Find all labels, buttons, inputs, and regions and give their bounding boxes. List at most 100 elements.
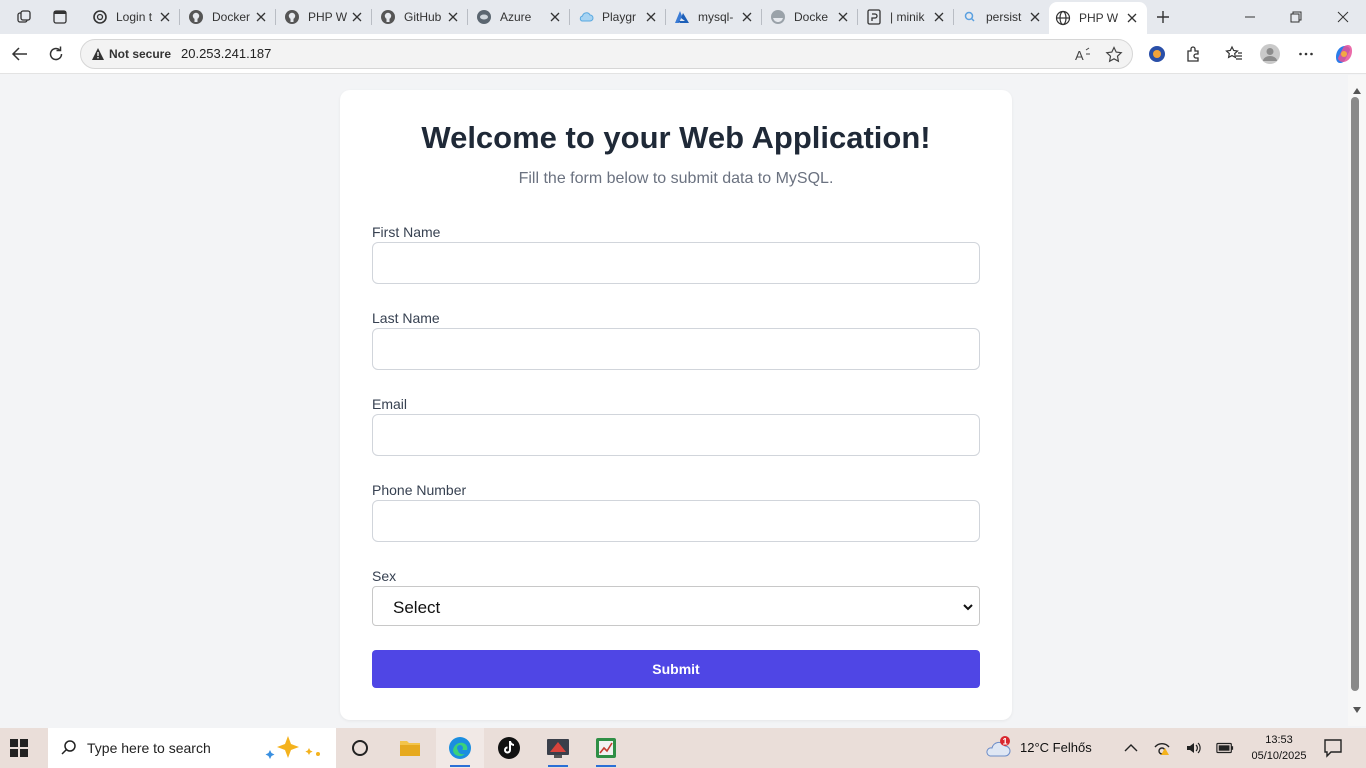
- tab-php-active[interactable]: PHP W: [1049, 2, 1147, 34]
- edge-icon[interactable]: [436, 728, 484, 768]
- tab-actions-icon[interactable]: [47, 5, 73, 29]
- refresh-icon[interactable]: [42, 40, 70, 68]
- close-window-icon[interactable]: [1320, 0, 1366, 34]
- close-tab-icon[interactable]: [548, 10, 562, 24]
- svg-text:A: A: [1075, 48, 1084, 63]
- sex-select[interactable]: Select: [372, 586, 980, 626]
- browser-toolbar: Not secure 20.253.241.187 A: [0, 34, 1366, 74]
- remote-desktop-icon[interactable]: [534, 728, 582, 768]
- taskbar-search[interactable]: Type here to search: [48, 728, 336, 768]
- back-arrow-icon[interactable]: [6, 40, 34, 68]
- sex-select-value: Select: [393, 598, 441, 617]
- minimize-icon[interactable]: [1227, 0, 1273, 34]
- tab-mysql[interactable]: mysql-: [666, 4, 762, 30]
- tab-login[interactable]: Login t: [84, 4, 180, 30]
- tab-playground[interactable]: Playgr: [570, 4, 666, 30]
- tab-title: mysql-: [698, 10, 734, 24]
- tab-title: Docke: [794, 10, 829, 24]
- page-title: Welcome to your Web Application!: [421, 120, 931, 155]
- tab-persist[interactable]: persist: [954, 4, 1050, 30]
- submit-button[interactable]: Submit: [372, 650, 980, 688]
- email-label: Email: [372, 396, 408, 412]
- tab-azure[interactable]: Azure: [468, 4, 570, 30]
- vertical-scrollbar[interactable]: [1348, 75, 1366, 726]
- sex-label: Sex: [372, 568, 397, 584]
- tab-title: Docker: [212, 10, 251, 24]
- warning-icon[interactable]: [91, 47, 105, 66]
- network-warning-icon[interactable]: [1153, 739, 1171, 757]
- clock-date: 05/10/2025: [1251, 750, 1307, 762]
- weather-badge: 1: [1002, 737, 1007, 747]
- close-tab-icon[interactable]: [254, 10, 268, 24]
- tab-strip: Login t Docker PHP W GitHub Azure Playgr…: [0, 0, 1366, 34]
- workspaces-icon[interactable]: [11, 5, 37, 29]
- copilot-icon[interactable]: [1330, 40, 1358, 68]
- close-tab-icon[interactable]: [350, 10, 364, 24]
- openai-icon: [92, 9, 108, 25]
- first-name-input[interactable]: [372, 242, 980, 284]
- tab-docker[interactable]: Docke: [762, 4, 858, 30]
- tab-php-gh[interactable]: PHP W: [276, 4, 372, 30]
- tab-title: PHP W: [1079, 11, 1119, 25]
- avatar[interactable]: [1256, 40, 1284, 68]
- github-icon: [284, 9, 300, 25]
- chart-app-icon[interactable]: [582, 728, 630, 768]
- email-input[interactable]: [372, 414, 980, 456]
- search-icon: [60, 739, 78, 762]
- new-tab-icon[interactable]: [1150, 5, 1176, 29]
- globe-icon: [1055, 10, 1071, 26]
- weather-cloud-icon[interactable]: 1: [985, 736, 1013, 765]
- close-tab-icon[interactable]: [1028, 10, 1042, 24]
- close-tab-icon[interactable]: [446, 10, 460, 24]
- scroll-down-arrow-icon[interactable]: [1353, 700, 1361, 718]
- phone-input[interactable]: [372, 500, 980, 542]
- task-view-icon[interactable]: [336, 728, 384, 768]
- clock-time: 13:53: [1265, 734, 1293, 746]
- favorites-icon[interactable]: [1220, 40, 1248, 68]
- read-aloud-icon[interactable]: A: [1074, 46, 1092, 64]
- more-menu-icon[interactable]: [1292, 40, 1320, 68]
- tab-title: Playgr: [602, 10, 637, 24]
- windows-start-icon[interactable]: [10, 739, 28, 762]
- docker-icon: [770, 9, 786, 25]
- close-tab-icon[interactable]: [836, 10, 850, 24]
- page-subtitle: Fill the form below to submit data to My…: [518, 170, 834, 187]
- security-label[interactable]: Not secure: [109, 47, 171, 61]
- favorite-star-icon[interactable]: [1105, 46, 1123, 64]
- last-name-input[interactable]: [372, 328, 980, 370]
- close-tab-icon[interactable]: [932, 10, 946, 24]
- azure-icon: [476, 9, 492, 25]
- extensions-icon[interactable]: [1179, 40, 1207, 68]
- notifications-icon[interactable]: [1323, 738, 1343, 763]
- scroll-thumb[interactable]: [1351, 97, 1359, 691]
- file-explorer-icon[interactable]: [386, 728, 434, 768]
- form-card: Welcome to your Web Application! Fill th…: [340, 90, 1012, 720]
- github-icon: [380, 9, 396, 25]
- weather-condition: Felhős: [1052, 740, 1092, 755]
- tiktok-icon[interactable]: [485, 728, 533, 768]
- search-icon: [962, 9, 978, 25]
- close-tab-icon[interactable]: [1125, 11, 1139, 25]
- tab-github[interactable]: GitHub: [372, 4, 468, 30]
- weather-temperature[interactable]: 12°C Felhős: [1020, 740, 1092, 755]
- tab-title: Login t: [116, 10, 153, 24]
- extension-badge-icon[interactable]: [1143, 40, 1171, 68]
- url-text[interactable]: 20.253.241.187: [181, 46, 271, 61]
- tab-docker-gh[interactable]: Docker: [180, 4, 276, 30]
- taskbar: Type here to search 1 12°C Felhős 13:53 …: [0, 728, 1366, 768]
- tab-title: persist: [986, 10, 1022, 24]
- page-viewport: Welcome to your Web Application! Fill th…: [0, 75, 1348, 726]
- weather-temp: 12°C: [1020, 740, 1050, 755]
- volume-icon[interactable]: [1185, 739, 1203, 757]
- restore-icon[interactable]: [1273, 0, 1319, 34]
- close-tab-icon[interactable]: [158, 10, 172, 24]
- cloud-icon: [578, 9, 594, 25]
- tab-minikube[interactable]: | minik: [858, 4, 954, 30]
- close-tab-icon[interactable]: [644, 10, 658, 24]
- system-clock[interactable]: 13:53 05/10/2025: [1244, 732, 1314, 764]
- battery-icon[interactable]: [1216, 739, 1234, 757]
- address-bar[interactable]: Not secure 20.253.241.187 A: [80, 39, 1133, 69]
- chevron-down-icon: [962, 600, 974, 618]
- close-tab-icon[interactable]: [740, 10, 754, 24]
- show-hidden-icons-chevron-icon[interactable]: [1122, 739, 1140, 757]
